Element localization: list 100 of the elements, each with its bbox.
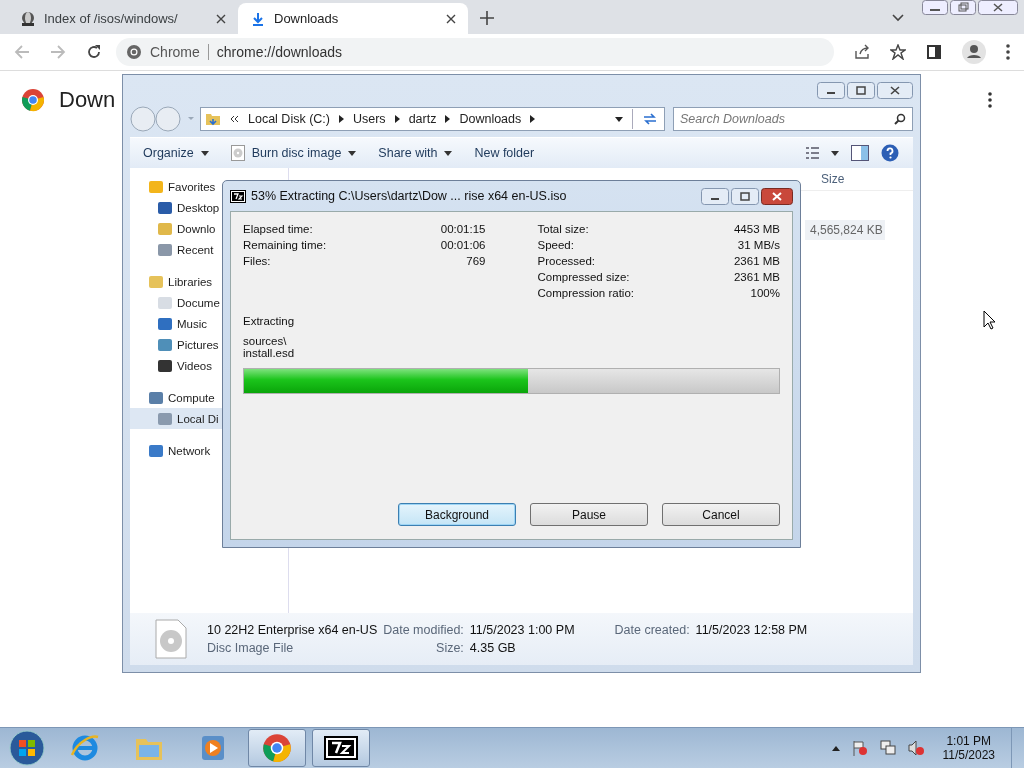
chrome-logo-icon	[21, 88, 45, 112]
menu-icon[interactable]	[1006, 44, 1010, 60]
stat-label: Processed:	[537, 255, 597, 267]
address-bar[interactable]: Chrome chrome://downloads	[116, 38, 834, 66]
chevron-down-icon[interactable]	[892, 14, 904, 22]
search-icon	[894, 113, 906, 125]
detail-label: Size:	[435, 641, 464, 655]
close-icon[interactable]	[877, 81, 913, 99]
side-panel-icon[interactable]	[926, 44, 942, 60]
toolbar-button[interactable]: New folder	[469, 146, 540, 160]
close-icon[interactable]	[978, 0, 1018, 15]
minimize-icon[interactable]	[701, 187, 729, 205]
nav-item[interactable]: Compute	[130, 387, 288, 408]
taskbar-button[interactable]	[312, 729, 370, 767]
breadcrumb-item[interactable]: Local Disk (C:)	[248, 112, 330, 126]
disc-file-icon	[155, 619, 187, 659]
maximize-icon[interactable]	[847, 81, 875, 99]
browser-e-icon	[70, 733, 100, 763]
file-name: 10 22H2 Enterprise x64 en-US	[207, 623, 378, 637]
toolbar-button[interactable]: Organize	[138, 146, 214, 160]
nav-item[interactable]: Network	[130, 440, 288, 461]
detail-value: 4.35 GB	[469, 641, 517, 655]
toolbar-button[interactable]: Burn disc image	[225, 145, 362, 161]
app-icon	[230, 189, 246, 203]
preview-pane-icon[interactable]	[851, 145, 869, 161]
disc-icon	[230, 145, 245, 161]
dropdown-icon[interactable]	[615, 116, 623, 122]
browser-tab[interactable]: Index of /isos/windows/	[8, 3, 238, 34]
detail-value: 11/5/2023 1:00 PM	[469, 623, 575, 637]
refresh-icon[interactable]	[642, 112, 658, 126]
stat-value: 100%	[749, 287, 780, 299]
dialog-title: 53% Extracting C:\Users\dartz\Dow ... rise x64 en-US.iso	[251, 189, 567, 203]
dialog-button[interactable]: Pause	[530, 503, 648, 526]
search-field[interactable]: Search Downloads	[673, 107, 913, 131]
dialog-button[interactable]: Background	[398, 503, 516, 526]
stat-label: Total size:	[537, 223, 590, 235]
file-type: Disc Image File	[207, 641, 295, 655]
view-options-icon[interactable]	[805, 146, 839, 160]
stat-value: 31 MB/s	[736, 239, 780, 251]
dialog-button[interactable]: Cancel	[662, 503, 780, 526]
stat-label: Speed:	[537, 239, 575, 251]
stat-label: Remaining time:	[243, 239, 328, 251]
breadcrumb-item[interactable]: Users	[352, 112, 386, 126]
minimize-icon[interactable]	[817, 81, 845, 99]
stat-label: Files:	[243, 255, 272, 267]
new-tab-icon[interactable]	[480, 11, 494, 25]
chevron-right-icon[interactable]	[530, 115, 536, 123]
clock-time: 1:01 PM	[946, 734, 992, 748]
detail-label: Date created:	[614, 623, 690, 637]
share-icon[interactable]	[854, 44, 870, 60]
stat-value: 769	[465, 255, 486, 267]
folder-icon	[205, 111, 221, 127]
stat-value: 2361 MB	[733, 271, 780, 283]
breadcrumb-item[interactable]: dartz	[408, 112, 437, 126]
stat-value: 2361 MB	[733, 255, 780, 267]
stat-value: 00:01:15	[440, 223, 486, 235]
detail-value: 11/5/2023 12:58 PM	[695, 623, 808, 637]
reload-icon[interactable]	[86, 44, 102, 60]
toolbar-button[interactable]: Share with	[373, 146, 458, 160]
file-size: 4,565,824 KB	[805, 220, 885, 240]
nav-item[interactable]: Libraries	[130, 271, 288, 292]
chrome-logo-icon	[262, 733, 292, 763]
help-icon[interactable]	[881, 144, 899, 162]
tab-title: Index of /isos/windows/	[44, 11, 179, 26]
restore-icon[interactable]	[950, 0, 976, 15]
stat-label: Compressed size:	[537, 271, 631, 283]
start-button-icon[interactable]	[7, 728, 47, 768]
browser-tab[interactable]: Downloads	[238, 3, 468, 34]
maximize-icon[interactable]	[731, 187, 759, 205]
clock-date: 11/5/2023	[942, 748, 995, 762]
menu-icon[interactable]	[988, 92, 992, 108]
chrome-logo-icon	[126, 44, 142, 60]
minimize-icon[interactable]	[922, 0, 948, 15]
speaker-muted-icon[interactable]	[907, 740, 924, 756]
stat-label: Compression ratio:	[537, 287, 635, 299]
chevron-right-icon[interactable]	[394, 115, 400, 123]
page-title: Down	[59, 87, 116, 113]
tab-title: Downloads	[274, 11, 340, 26]
breadcrumb-item[interactable]: Downloads	[459, 112, 522, 126]
status-text: Extracting	[243, 315, 296, 327]
app-icon	[324, 736, 358, 760]
detail-label: Date modified:	[383, 623, 464, 637]
chevron-right-icon[interactable]	[338, 115, 344, 123]
mouse-cursor-icon	[983, 310, 996, 330]
file-path: install.esd	[243, 347, 296, 359]
close-icon[interactable]	[216, 13, 226, 24]
profile-icon[interactable]	[962, 40, 986, 64]
stat-value: 00:01:06	[440, 239, 486, 251]
chevron-right-icon[interactable]	[445, 115, 451, 123]
nav-item[interactable]: Docume	[130, 292, 288, 313]
file-path: sources\	[243, 335, 288, 347]
flag-icon[interactable]	[851, 740, 868, 756]
address-bar[interactable]: Local Disk (C:) Users dartz Downloads	[200, 107, 665, 131]
double-chevron-icon[interactable]	[230, 115, 239, 123]
stat-label: Elapsed time:	[243, 223, 314, 235]
close-icon[interactable]	[446, 13, 456, 24]
play-icon	[201, 735, 225, 761]
up-arrow-icon[interactable]	[831, 745, 840, 751]
close-icon[interactable]	[761, 187, 793, 205]
column-header[interactable]: Size	[815, 172, 913, 186]
